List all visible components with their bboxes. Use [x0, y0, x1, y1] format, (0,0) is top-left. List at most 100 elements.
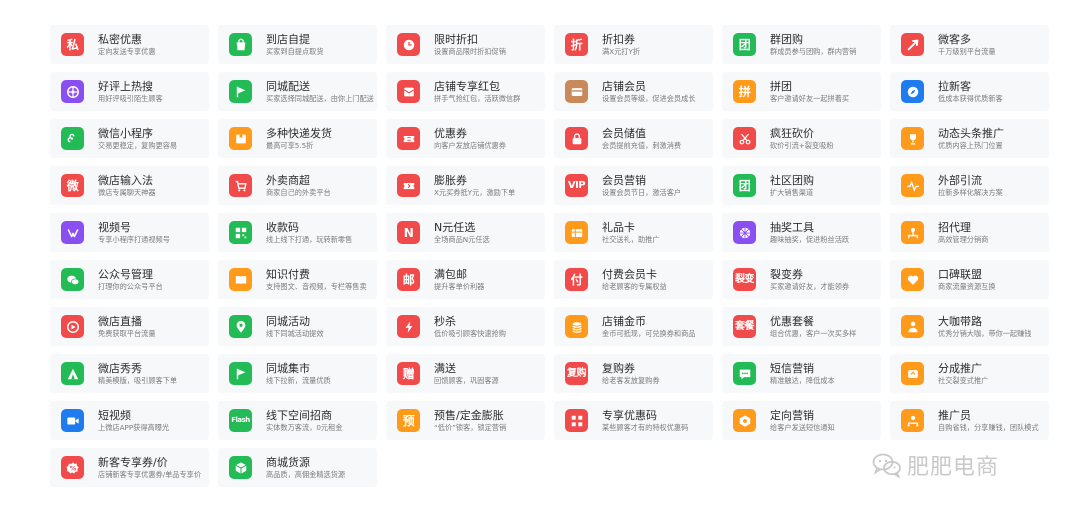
- tool-title: 专享优惠码: [602, 409, 657, 422]
- tool-card[interactable]: 拼 拼团 客户邀请好友一起拼着买: [722, 72, 881, 111]
- tool-description: 支持图文、音视频，专栏等售卖: [266, 282, 367, 291]
- tool-card[interactable]: % 新客专享券/价 店铺新客专享优惠券/单品专享价: [50, 448, 209, 487]
- tool-card[interactable]: 视频号 专享小程序打通视频号: [50, 213, 209, 252]
- tool-card[interactable]: 微店直播 免费获取平台流量: [50, 307, 209, 346]
- tool-title: 同城集市: [266, 362, 310, 375]
- member-card-icon: [565, 80, 588, 103]
- tool-card[interactable]: 疯狂砍价 砍价引流+裂变吸粉: [722, 119, 881, 158]
- tool-description: 回馈顾客，巩固客源: [434, 376, 499, 385]
- tool-card[interactable]: 多种快递发货 最高可享5.5折: [218, 119, 377, 158]
- tool-card[interactable]: 分成推广 社交裂变式推广: [890, 354, 1049, 393]
- tool-card[interactable]: 付 付费会员卡 给老顾客的专属权益: [554, 260, 713, 299]
- tool-card[interactable]: 到店自提 买家到自提点取货: [218, 25, 377, 64]
- tool-description: 用好评吸引陌生顾客: [98, 94, 163, 103]
- tool-title: 短视频: [98, 409, 131, 422]
- tool-card[interactable]: 店铺专享红包 拼手气抢红包，活跃微信群: [386, 72, 545, 111]
- tool-card[interactable]: 团 群团购 群成员参与团购，群内营销: [722, 25, 881, 64]
- tool-description: 高效管理分销商: [938, 235, 989, 244]
- tool-card[interactable]: 同城集市 线下拉新，流量优质: [218, 354, 377, 393]
- tool-card[interactable]: 微 微店输入法 微店专属聊天神器: [50, 166, 209, 205]
- mentor-icon: [901, 315, 924, 338]
- tool-description: 设置会员节日，激活客户: [602, 188, 682, 197]
- tool-card[interactable]: N N元任选 全场商品N元任选: [386, 213, 545, 252]
- repurchase-icon: 复购: [565, 362, 588, 385]
- flash-icon: [397, 315, 420, 338]
- tool-card[interactable]: VIP 会员营销 设置会员节日，激活客户: [554, 166, 713, 205]
- tool-card[interactable]: Flash 线下空间招商 实体数万客流，0元租金: [218, 401, 377, 440]
- gift-card-icon: [565, 221, 588, 244]
- tool-card[interactable]: 微客多 千万级别平台流量: [890, 25, 1049, 64]
- tool-title: 短信营销: [770, 362, 814, 375]
- tool-card[interactable]: 口碑联盟 商家流量资源互换: [890, 260, 1049, 299]
- vip-icon: VIP: [565, 174, 588, 197]
- tool-card[interactable]: 套餐 优惠套餐 组合优惠，客户一次买多样: [722, 307, 881, 346]
- tool-card[interactable]: 折 折扣券 满X元打Y折: [554, 25, 713, 64]
- tool-card[interactable]: 裂变 裂变券 买家邀请好友，才能领券: [722, 260, 881, 299]
- tool-card[interactable]: 短视频 上微店APP获得高曝光: [50, 401, 209, 440]
- tool-card[interactable]: 秒杀 低价吸引顾客快速抢购: [386, 307, 545, 346]
- tool-card[interactable]: 短信营销 精准触达，降低成本: [722, 354, 881, 393]
- tool-description: 优秀分销大咖，带你一起赚钱: [938, 329, 1032, 338]
- tool-description: 上微店APP获得高曝光: [98, 423, 170, 432]
- tool-card[interactable]: 微店秀秀 精美模版，吸引顾客下单: [50, 354, 209, 393]
- tool-card[interactable]: 外卖商超 商家自己的外卖平台: [218, 166, 377, 205]
- tool-card[interactable]: 膨胀券 X元买券抵Y元，激励下单: [386, 166, 545, 205]
- tool-title: 外部引流: [938, 174, 982, 187]
- clock-icon: [397, 33, 420, 56]
- tool-card[interactable]: 抽奖工具 趣味抽奖，促进粉丝活跃: [722, 213, 881, 252]
- tool-title: 折扣券: [602, 33, 635, 46]
- tool-card[interactable]: 会员储值 会员提前充值，刺激消费: [554, 119, 713, 158]
- tool-title: 好评上热搜: [98, 80, 153, 93]
- tool-card[interactable]: 礼品卡 社交送礼，助推广: [554, 213, 713, 252]
- tool-card[interactable]: 动态头条推广 优质内容上热门位置: [890, 119, 1049, 158]
- tool-description: 金币可抵现，可兑换券和商品: [602, 329, 696, 338]
- tool-card[interactable]: 推广员 自购省钱，分享赚钱，团队模式: [890, 401, 1049, 440]
- tool-description: 给客户发送短信通知: [770, 423, 835, 432]
- tool-description: 买家选择同城配送，由你上门配送服务: [266, 94, 374, 103]
- tool-card[interactable]: 外部引流 拉新多样化解决方案: [890, 166, 1049, 205]
- tool-card[interactable]: 拉新客 低成本获得优质新客: [890, 72, 1049, 111]
- tool-title: 社区团购: [770, 174, 814, 187]
- qr-icon: [229, 221, 252, 244]
- tool-description: 免费获取平台流量: [98, 329, 156, 338]
- red-packet-icon: [397, 80, 420, 103]
- tool-card[interactable]: 限时折扣 设置商品限时折扣促销: [386, 25, 545, 64]
- tool-description: 拉新多样化解决方案: [938, 188, 1003, 197]
- tool-card[interactable]: 微信小程序 交易更稳定，复购更容易: [50, 119, 209, 158]
- tool-title: 礼品卡: [602, 221, 635, 234]
- tool-card[interactable]: 优惠券 向客户发放店铺优惠券: [386, 119, 545, 158]
- tool-card[interactable]: 招代理 高效管理分销商: [890, 213, 1049, 252]
- tool-card[interactable]: 预 预售/定金膨胀 “低价”锁客，锁定营销: [386, 401, 545, 440]
- tool-card[interactable]: 专享优惠码 某些顾客才有的特权优惠码: [554, 401, 713, 440]
- community-icon: 团: [733, 174, 756, 197]
- tool-card[interactable]: 赠 满送 回馈顾客，巩固客源: [386, 354, 545, 393]
- tool-card[interactable]: 复购 复购券 给老客发放复购券: [554, 354, 713, 393]
- tool-card[interactable]: 团 社区团购 扩大销售渠道: [722, 166, 881, 205]
- tool-description: 设置会员等级，促进会员成长: [602, 94, 696, 103]
- tool-card[interactable]: 商城货源 高品质，高佣金精选货源: [218, 448, 377, 487]
- agent-icon: [901, 221, 924, 244]
- tool-card[interactable]: 邮 满包邮 提升客单价利器: [386, 260, 545, 299]
- wechat-logo-icon: [872, 452, 902, 478]
- tool-title: N元任选: [434, 221, 476, 234]
- tool-description: 千万级别平台流量: [938, 47, 996, 56]
- video-icon: [61, 409, 84, 432]
- tool-card[interactable]: 定向营销 给客户发送短信通知: [722, 401, 881, 440]
- tool-title: 优惠套餐: [770, 315, 814, 328]
- tool-card[interactable]: 私 私密优惠 定向发送专享优惠: [50, 25, 209, 64]
- tool-card[interactable]: 店铺金币 金币可抵现，可兑换券和商品: [554, 307, 713, 346]
- cart-icon: [229, 174, 252, 197]
- tool-card[interactable]: 收款码 线上线下打通，玩转新零售: [218, 213, 377, 252]
- tool-title: 限时折扣: [434, 33, 478, 46]
- tool-card[interactable]: 公众号管理 打理你的公众号平台: [50, 260, 209, 299]
- tool-title: 微客多: [938, 33, 971, 46]
- tool-card[interactable]: 店铺会员 设置会员等级，促进会员成长: [554, 72, 713, 111]
- tool-title: 拼团: [770, 80, 792, 93]
- tool-card[interactable]: 知识付费 支持图文、音视频，专栏等售卖: [218, 260, 377, 299]
- sms-icon: [733, 362, 756, 385]
- tool-card[interactable]: 同城配送买家选择同城配送，由你上门配送服务: [218, 72, 377, 111]
- tool-card[interactable]: 同城活动 线下同城活动提效: [218, 307, 377, 346]
- tool-card[interactable]: 大咖带路 优秀分销大咖，带你一起赚钱: [890, 307, 1049, 346]
- tool-card[interactable]: 好评上热搜 用好评吸引陌生顾客: [50, 72, 209, 111]
- tent-icon: [61, 362, 84, 385]
